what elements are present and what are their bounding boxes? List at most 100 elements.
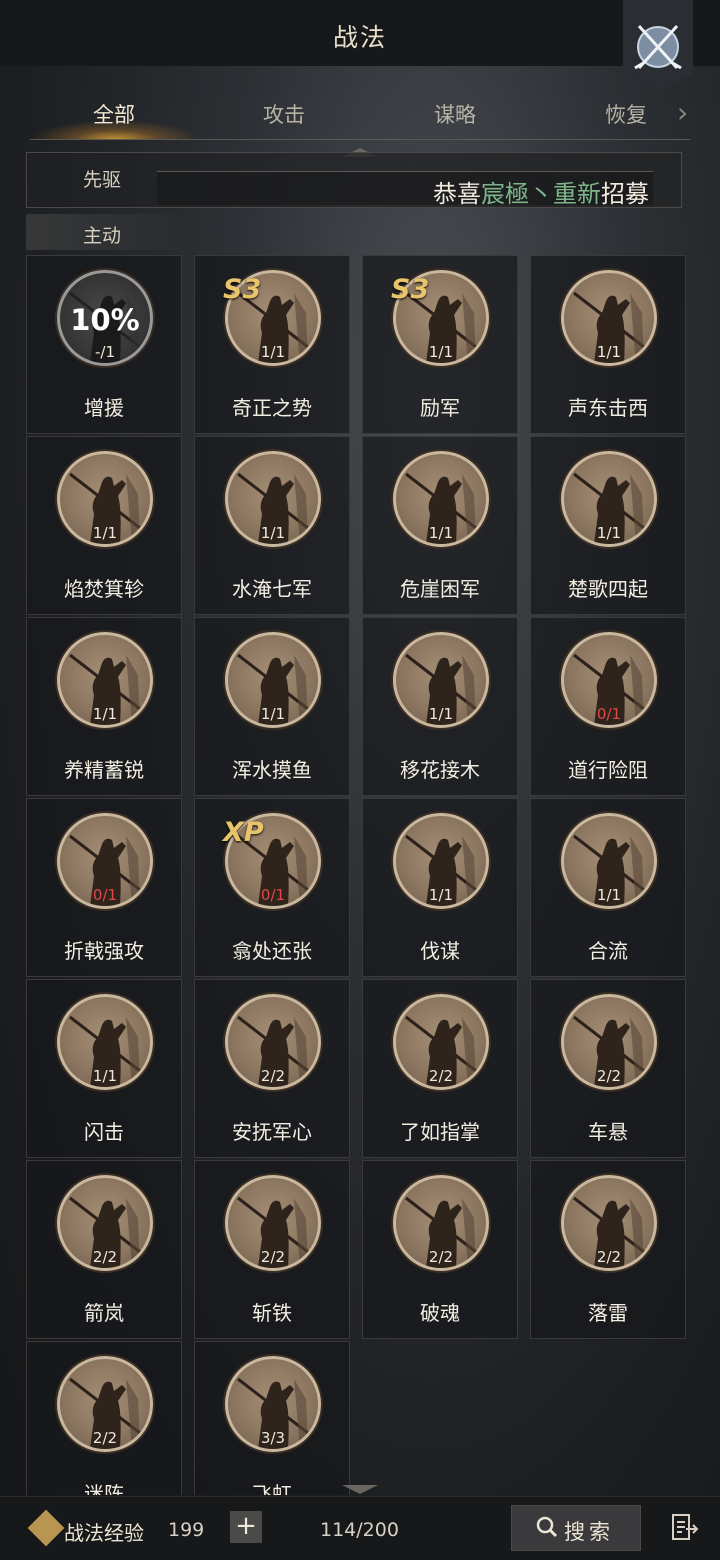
skill-card[interactable]: 0/1 XP 翕处还张 [194,798,350,977]
skill-count: 0/1 [92,886,118,904]
skill-card[interactable]: 2/2 安抚军心 [194,979,350,1158]
skill-medal: 2/2 [561,994,657,1090]
skill-count: 2/2 [260,1248,286,1266]
skill-card[interactable]: 1/1 移花接木 [362,617,518,796]
skill-card[interactable]: 1/1 S3 奇正之势 [194,255,350,434]
chevron-right-icon[interactable]: › [677,96,688,129]
skill-card[interactable]: 2/2 了如指掌 [362,979,518,1158]
crossed-swords-icon [634,24,682,70]
tab-attack[interactable]: 攻击 [234,99,334,129]
skill-count: 0/1 [260,886,286,904]
skill-medal: 2/2 [225,1175,321,1271]
search-button[interactable]: 搜索 [511,1505,641,1551]
skill-medal: 1/1 [561,451,657,547]
skill-name: 焰焚箕轸 [64,577,144,601]
tab-recovery[interactable]: 恢复 [576,99,676,129]
skill-card[interactable]: 1/1 伐谋 [362,798,518,977]
skill-medal: 0/1 [561,632,657,728]
section-label-vanguard: 先驱 [83,169,122,191]
skill-name: 养精蓄锐 [64,758,144,782]
skill-count: 1/1 [92,524,118,542]
skill-card[interactable]: 0/1 折戟强攻 [26,798,182,977]
experience-value: 199 [168,1519,205,1541]
category-tabs: 全部 攻击 谋略 恢复 › [0,66,720,140]
skill-medal: 2/2 [57,1356,153,1452]
marquee-part: 招募 [601,180,649,205]
skill-count: 1/1 [596,886,622,904]
skill-medal: 1/1 [57,994,153,1090]
skill-capacity: 114/200 [320,1519,399,1541]
search-label: 搜索 [564,1520,614,1544]
skill-name: 励军 [420,396,460,420]
skill-count: 1/1 [428,886,454,904]
skill-name: 折戟强攻 [64,939,144,963]
season-badge: S3 [223,274,262,305]
unlock-progress: 10% [70,303,140,337]
skill-card[interactable]: 2/2 车悬 [530,979,686,1158]
skill-name: 安抚军心 [232,1120,312,1144]
scroll-down-indicator-icon [342,1485,378,1494]
marquee-part: 恭喜 [433,180,481,205]
skill-count: 2/2 [596,1067,622,1085]
skill-medal: 2/2 [57,1175,153,1271]
skill-medal: 1/1 [225,451,321,547]
skill-card[interactable]: 1/1 合流 [530,798,686,977]
skill-card[interactable]: 2/2 斩铁 [194,1160,350,1339]
skill-count: 1/1 [92,705,118,723]
skill-card[interactable]: 1/1 水淹七军 [194,436,350,615]
skill-name: 声东击西 [568,396,648,420]
tab-all[interactable]: 全部 [64,99,164,129]
skill-name: 飞虹 [252,1482,292,1495]
skill-count: 1/1 [596,343,622,361]
marquee-track: 恭喜宸極丶重新招募 [157,171,653,205]
skill-medal: 1/1 [393,632,489,728]
skill-card[interactable]: 1/1 养精蓄锐 [26,617,182,796]
skill-card[interactable]: 10% -/1 增援 [26,255,182,434]
skill-name: 落雷 [588,1301,628,1325]
skill-card[interactable]: 2/2 破魂 [362,1160,518,1339]
skill-name: 翕处还张 [232,939,312,963]
skill-card[interactable]: 3/3 飞虹 [194,1341,350,1495]
skill-count: 2/2 [596,1248,622,1266]
skill-card[interactable]: 1/1 闪击 [26,979,182,1158]
marquee-player-name: 宸極丶重新 [481,180,601,205]
skill-card[interactable]: 2/2 迷阵 [26,1341,182,1495]
search-icon [536,1516,558,1538]
experience-label: 战法经验 [64,1521,144,1545]
skill-name: 楚歌四起 [568,577,648,601]
export-list-icon[interactable] [671,1513,699,1541]
skill-medal: 10% -/1 [57,270,153,366]
experience-icon [27,1509,65,1547]
skill-medal: 1/1 [393,813,489,909]
top-bar: 战法 [0,0,720,92]
skill-count: 1/1 [92,1067,118,1085]
skill-count: 1/1 [428,705,454,723]
announcement-banner: 恭喜宸極丶重新招募 [26,152,682,208]
skill-medal: 2/2 [561,1175,657,1271]
skill-card[interactable]: 1/1 浑水摸鱼 [194,617,350,796]
skill-medal: 2/2 [393,994,489,1090]
skill-name: 增援 [84,396,124,420]
skill-card[interactable]: 0/1 道行险阻 [530,617,686,796]
skill-card[interactable]: 2/2 箭岚 [26,1160,182,1339]
bottom-bar: 战法经验 199 + 114/200 搜索 [0,1496,720,1560]
skill-name: 奇正之势 [232,396,312,420]
skill-card[interactable]: 1/1 声东击西 [530,255,686,434]
skill-name: 合流 [588,939,628,963]
skill-card[interactable]: 1/1 S3 励军 [362,255,518,434]
skill-count: 2/2 [428,1067,454,1085]
skill-medal: 0/1 [57,813,153,909]
skill-card[interactable]: 1/1 危崖困军 [362,436,518,615]
marquee-text: 恭喜宸極丶重新招募 [433,174,649,205]
skill-count: -/1 [94,343,115,361]
skill-card[interactable]: 1/1 楚歌四起 [530,436,686,615]
tab-strategy[interactable]: 谋略 [405,99,505,129]
skill-card[interactable]: 1/1 焰焚箕轸 [26,436,182,615]
tab-divider [30,139,690,140]
skill-medal: 1/1 [561,813,657,909]
add-experience-button[interactable]: + [230,1511,262,1543]
skill-count: 1/1 [260,705,286,723]
skill-count: 0/1 [596,705,622,723]
skill-count: 1/1 [596,524,622,542]
skill-card[interactable]: 2/2 落雷 [530,1160,686,1339]
